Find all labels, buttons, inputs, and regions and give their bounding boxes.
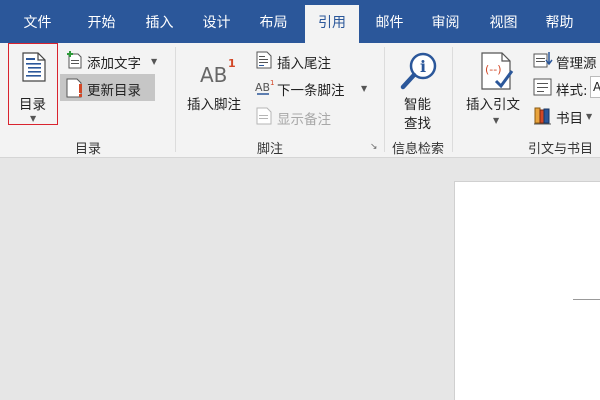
style-label: 样式: xyxy=(556,83,588,99)
tab-file[interactable]: 文件 xyxy=(10,5,65,43)
group-divider xyxy=(452,47,453,152)
tab-references[interactable]: 引用 xyxy=(305,5,359,43)
document-page[interactable] xyxy=(454,181,600,400)
svg-text:(--): (--) xyxy=(485,63,502,76)
insert-endnote-icon xyxy=(256,51,272,69)
tab-view[interactable]: 视图 xyxy=(476,5,531,43)
tab-design[interactable]: 设计 xyxy=(189,5,244,43)
update-toc-button[interactable]: 更新目录 xyxy=(87,79,141,99)
group-label-citations: 引文与书目 xyxy=(528,142,594,157)
document-text-line xyxy=(573,299,600,300)
next-footnote-icon: AB 1 xyxy=(255,79,274,95)
insert-citation-caret-icon: ▼ xyxy=(493,116,500,125)
tab-mailings[interactable]: 邮件 xyxy=(362,5,417,43)
ribbon-tab-bar: 文件 开始 插入 设计 布局 引用 邮件 审阅 视图 帮助 xyxy=(0,0,600,43)
group-label-research: 信息检索 xyxy=(391,142,444,157)
show-notes-button[interactable]: 显示备注 xyxy=(277,108,331,128)
tab-review[interactable]: 审阅 xyxy=(418,5,473,43)
group-label-footnotes: 脚注 xyxy=(256,142,283,157)
style-icon xyxy=(533,78,552,96)
next-footnote-button[interactable]: 下一条脚注 xyxy=(277,79,345,99)
toc-dropdown-caret-icon: ▼ xyxy=(30,114,37,123)
insert-footnote-button[interactable]: 插入脚注 xyxy=(187,93,241,113)
bibliography-icon xyxy=(534,107,551,125)
svg-text:i: i xyxy=(420,57,426,76)
smart-lookup-label-line2[interactable]: 查找 xyxy=(404,112,431,132)
svg-text:1: 1 xyxy=(270,79,274,87)
add-text-caret-icon: ▼ xyxy=(151,57,158,66)
footnotes-dialog-launcher-icon[interactable]: ↘ xyxy=(370,142,378,152)
update-toc-icon xyxy=(66,78,82,98)
manage-sources-button[interactable]: 管理源 xyxy=(556,52,597,72)
ribbon-panel: 目录 ▼ 添加文字 ▼ 更新目录 目录 AB 1 插入脚注 插入尾注 AB 1 … xyxy=(0,43,600,158)
footnote-superscript-icon: 1 xyxy=(228,57,236,70)
insert-citation-button[interactable]: 插入引文 xyxy=(466,93,520,113)
smart-lookup-label-line1[interactable]: 智能 xyxy=(404,93,431,113)
tab-help[interactable]: 帮助 xyxy=(532,5,587,43)
tab-insert[interactable]: 插入 xyxy=(132,5,187,43)
style-select[interactable]: A xyxy=(590,76,600,98)
bibliography-button[interactable]: 书目 xyxy=(556,107,583,127)
add-text-button[interactable]: 添加文字 xyxy=(87,52,141,72)
add-text-icon xyxy=(67,51,82,69)
insert-endnote-button[interactable]: 插入尾注 xyxy=(277,52,331,72)
group-label-toc: 目录 xyxy=(74,142,101,157)
svg-text:AB: AB xyxy=(255,81,270,94)
smart-lookup-icon: i xyxy=(400,52,437,90)
next-footnote-caret-icon: ▼ xyxy=(361,84,368,93)
manage-sources-icon xyxy=(533,52,553,68)
show-notes-icon xyxy=(256,107,272,125)
bibliography-caret-icon: ▼ xyxy=(586,112,593,121)
insert-citation-icon: (--) xyxy=(481,52,514,90)
group-divider xyxy=(175,47,176,152)
toc-button[interactable]: 目录 ▼ xyxy=(8,43,58,125)
toc-document-icon xyxy=(22,52,46,82)
tab-home[interactable]: 开始 xyxy=(74,5,129,43)
toc-button-label: 目录 xyxy=(19,97,46,113)
tab-layout[interactable]: 布局 xyxy=(246,5,301,43)
group-divider xyxy=(384,47,385,152)
insert-footnote-icon: AB xyxy=(200,63,228,87)
